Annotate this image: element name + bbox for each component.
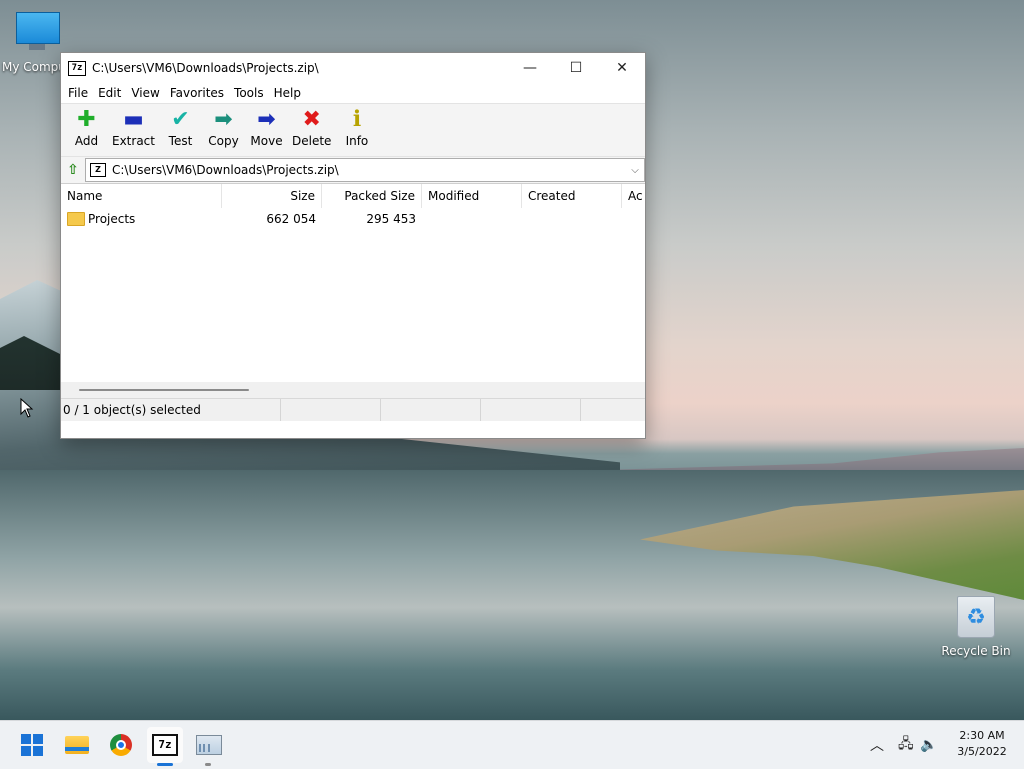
plus-icon: ✚ — [77, 107, 96, 132]
desktop-icon-label: Recycle Bin — [941, 644, 1011, 658]
extract-button[interactable]: ▬ Extract — [108, 104, 159, 149]
file-list[interactable]: Name Size Packed Size Modified Created A… — [61, 183, 645, 398]
close-button[interactable]: ✕ — [599, 53, 645, 83]
scrollbar-thumb[interactable] — [79, 389, 249, 391]
taskbar-7zip[interactable]: 7z — [147, 727, 183, 763]
item-name: Projects — [88, 212, 136, 226]
address-text[interactable]: C:\Users\VM6\Downloads\Projects.zip\ — [112, 163, 626, 177]
window-title: C:\Users\VM6\Downloads\Projects.zip\ — [92, 61, 319, 75]
item-modified — [422, 208, 522, 230]
checkmark-icon: ✔ — [171, 107, 190, 132]
column-modified[interactable]: Modified — [422, 184, 522, 208]
taskbar-resource-monitor[interactable] — [191, 727, 227, 763]
test-label: Test — [168, 134, 193, 148]
list-item[interactable]: Projects 662 054 295 453 — [61, 208, 645, 230]
chrome-icon — [110, 734, 132, 756]
taskbar-chrome[interactable] — [103, 727, 139, 763]
column-accessed[interactable]: Ac — [622, 184, 644, 208]
menu-favorites[interactable]: Favorites — [165, 86, 229, 100]
up-folder-icon[interactable]: ⇧ — [61, 162, 85, 178]
minimize-button[interactable]: — — [507, 53, 553, 83]
toolbar: ✚ Add ▬ Extract ✔ Test ➡ Copy ➡ Move ✖ D… — [61, 103, 645, 156]
arrow-right-icon: ➡ — [257, 107, 276, 132]
network-icon[interactable]: 🖧 — [898, 721, 914, 769]
delete-button[interactable]: ✖ Delete — [288, 104, 335, 149]
menu-tools[interactable]: Tools — [229, 86, 269, 100]
status-text: 0 / 1 object(s) selected — [61, 399, 281, 421]
move-button[interactable]: ➡ Move — [245, 104, 288, 149]
desktop-icon-my-computer[interactable]: My Computer — [0, 10, 83, 74]
folder-icon — [67, 211, 85, 226]
performance-monitor-icon — [196, 735, 222, 755]
windows-logo-icon — [21, 734, 43, 756]
info-label: Info — [345, 134, 369, 148]
maximize-button[interactable]: ☐ — [553, 53, 599, 83]
status-bar: 0 / 1 object(s) selected — [61, 398, 645, 421]
clock-time: 2:30 AM — [959, 729, 1005, 742]
title-bar[interactable]: 7z C:\Users\VM6\Downloads\Projects.zip\ … — [61, 53, 645, 83]
7zip-app-icon: 7z — [68, 60, 86, 76]
test-button[interactable]: ✔ Test — [159, 104, 202, 149]
column-created[interactable]: Created — [522, 184, 622, 208]
start-button[interactable] — [14, 727, 50, 763]
archive-icon: Z — [90, 163, 106, 177]
item-created — [522, 208, 622, 230]
system-clock[interactable]: 2:30 AM 3/5/2022 — [952, 728, 1012, 760]
list-header: Name Size Packed Size Modified Created A… — [61, 184, 645, 208]
x-icon: ✖ — [302, 107, 321, 132]
delete-label: Delete — [291, 134, 332, 148]
copy-label: Copy — [208, 134, 239, 148]
volume-icon[interactable]: 🔈 — [920, 721, 937, 769]
minus-icon: ▬ — [123, 107, 144, 132]
item-packed-size: 295 453 — [366, 212, 416, 226]
column-packed-size[interactable]: Packed Size — [322, 184, 422, 208]
menu-help[interactable]: Help — [269, 86, 306, 100]
menu-file[interactable]: File — [63, 86, 93, 100]
recycle-bin-icon: ♻ — [957, 596, 995, 638]
status-cell — [281, 399, 381, 421]
address-bar: ⇧ Z C:\Users\VM6\Downloads\Projects.zip\… — [61, 156, 645, 183]
folder-icon — [65, 736, 89, 754]
active-indicator — [157, 763, 173, 766]
address-input[interactable]: Z C:\Users\VM6\Downloads\Projects.zip\ ⌵ — [85, 158, 645, 182]
taskbar: 7z ︿ 🖧 🔈 2:30 AM 3/5/2022 — [0, 720, 1024, 769]
clock-date: 3/5/2022 — [957, 745, 1007, 758]
add-button[interactable]: ✚ Add — [65, 104, 108, 149]
menu-edit[interactable]: Edit — [93, 86, 126, 100]
status-cell — [481, 399, 581, 421]
move-label: Move — [250, 134, 283, 148]
wallpaper-hill — [600, 448, 1024, 470]
extract-label: Extract — [112, 134, 155, 148]
add-label: Add — [74, 134, 99, 148]
double-arrow-icon: ➡ — [214, 107, 233, 132]
chevron-up-icon[interactable]: ︿ — [870, 721, 884, 769]
menu-view[interactable]: View — [126, 86, 164, 100]
desktop-icon-recycle-bin[interactable]: ♻ Recycle Bin — [940, 596, 1012, 658]
column-name[interactable]: Name — [61, 184, 222, 208]
item-name-cell: Projects — [61, 208, 222, 230]
monitor-stand — [29, 44, 45, 50]
copy-button[interactable]: ➡ Copy — [202, 104, 245, 149]
column-size[interactable]: Size — [222, 184, 322, 208]
menu-bar: File Edit View Favorites Tools Help — [61, 83, 645, 103]
7zip-window: 7z C:\Users\VM6\Downloads\Projects.zip\ … — [60, 52, 646, 439]
status-cell — [381, 399, 481, 421]
horizontal-scrollbar[interactable] — [61, 382, 645, 398]
info-button[interactable]: ℹ Info — [335, 104, 378, 149]
item-size: 662 054 — [266, 212, 316, 226]
monitor-icon — [16, 12, 60, 44]
running-indicator — [205, 763, 211, 766]
7zip-icon: 7z — [152, 734, 178, 756]
info-icon: ℹ — [352, 107, 362, 132]
chevron-down-icon[interactable]: ⌵ — [626, 165, 644, 176]
taskbar-file-explorer[interactable] — [59, 727, 95, 763]
